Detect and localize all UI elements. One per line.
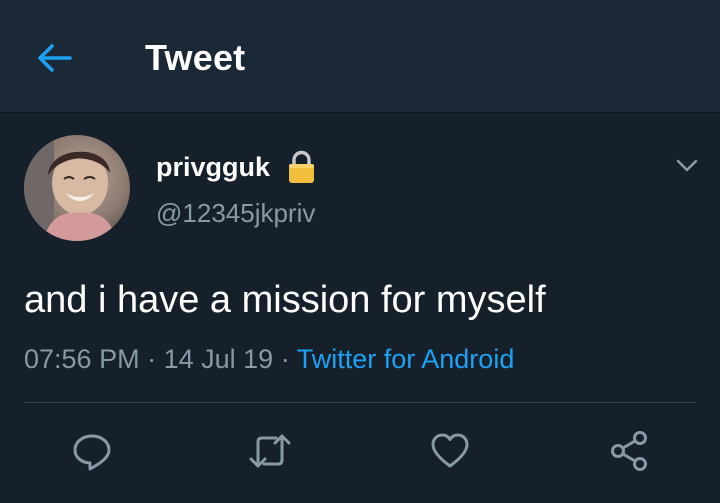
tweet-source-link[interactable]: Twitter for Android xyxy=(297,344,515,374)
tweet-time: 07:56 PM xyxy=(24,344,140,374)
share-button[interactable] xyxy=(607,428,653,474)
like-button[interactable] xyxy=(427,428,473,474)
author-name[interactable]: privgguk xyxy=(156,151,270,183)
arrow-left-icon xyxy=(38,44,72,72)
share-icon xyxy=(611,431,647,471)
avatar[interactable] xyxy=(24,135,130,241)
reply-button[interactable] xyxy=(69,428,115,474)
tweet-actions xyxy=(0,425,720,481)
tweet-text: and i have a mission for myself xyxy=(24,279,546,321)
back-button[interactable] xyxy=(34,40,76,76)
page-title: Tweet xyxy=(145,37,246,78)
retweet-button[interactable] xyxy=(247,428,293,474)
retweet-icon xyxy=(249,434,291,468)
lock-icon xyxy=(286,149,317,185)
meta-separator: · xyxy=(147,344,157,374)
author-handle[interactable]: @12345jkpriv xyxy=(156,197,315,229)
tweet-date: 14 Jul 19 xyxy=(163,344,274,374)
like-icon xyxy=(431,433,469,468)
divider xyxy=(24,402,696,403)
top-app-bar: Tweet xyxy=(0,0,720,113)
meta-separator: · xyxy=(280,344,290,374)
reply-icon xyxy=(73,434,111,471)
chevron-down-icon[interactable] xyxy=(672,150,702,180)
avatar-photo xyxy=(24,135,130,241)
tweet-meta: 07:56 PM · 14 Jul 19 · Twitter for Andro… xyxy=(24,341,514,377)
